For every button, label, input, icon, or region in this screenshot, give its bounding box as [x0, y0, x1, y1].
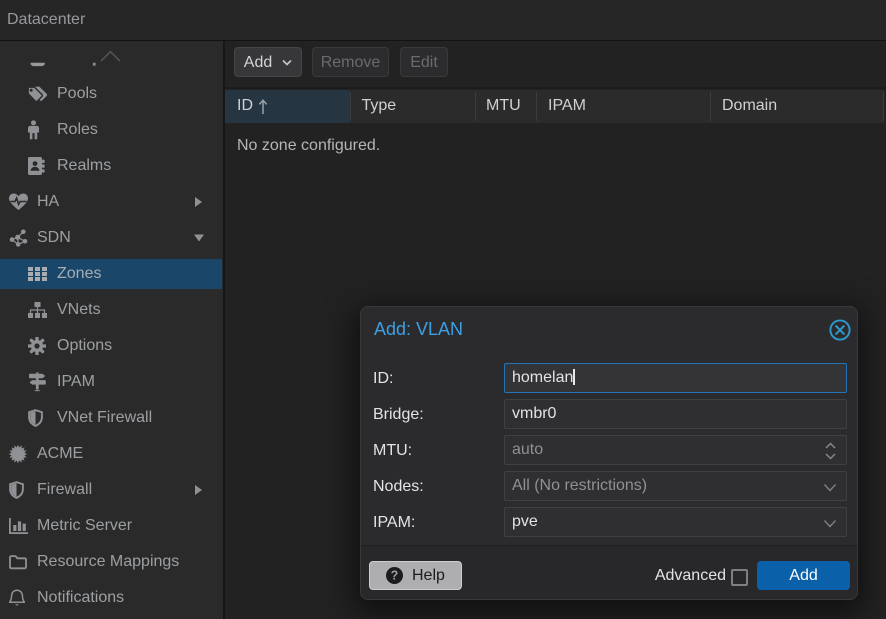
svg-text:?: ? — [391, 569, 399, 583]
